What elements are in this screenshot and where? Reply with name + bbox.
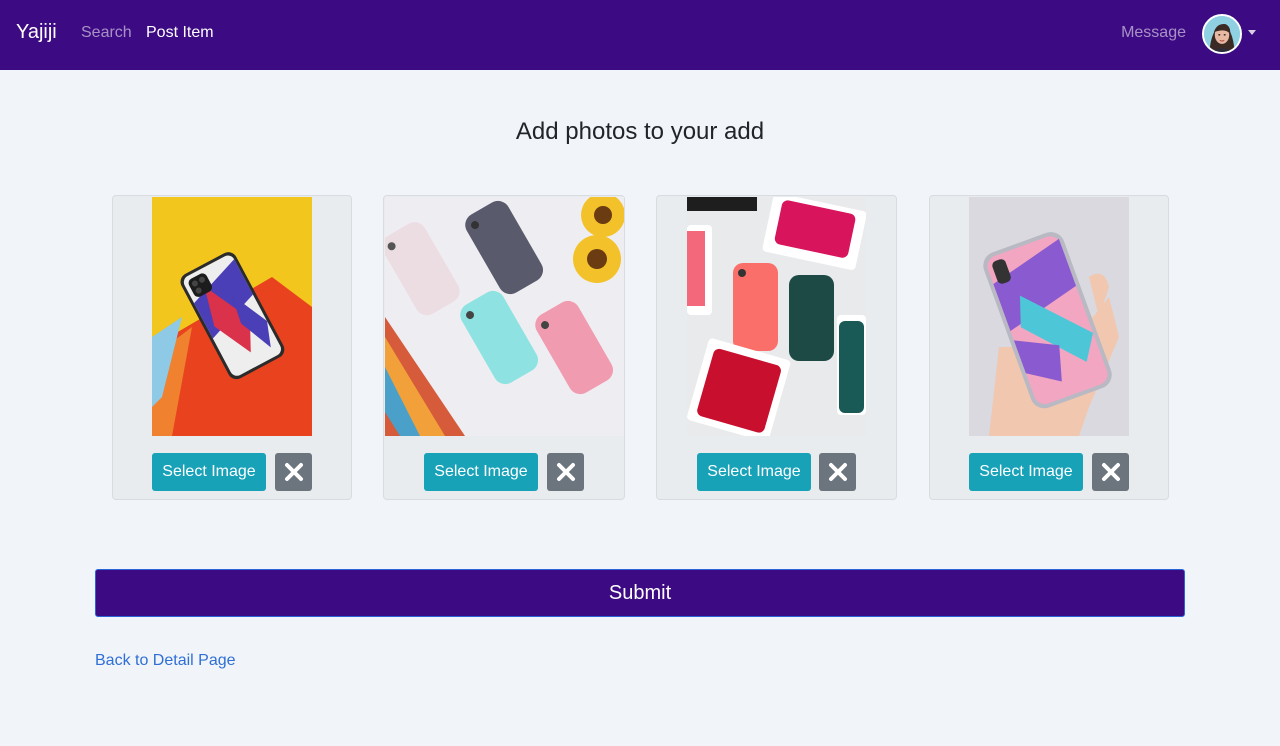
photo-card: Select Image: [929, 195, 1169, 500]
photo-preview: [385, 197, 624, 436]
close-icon: [556, 463, 575, 481]
select-image-button[interactable]: Select Image: [424, 453, 538, 491]
remove-image-button[interactable]: [1092, 453, 1129, 491]
photo-card: Select Image: [383, 195, 625, 500]
chevron-down-icon: [1248, 30, 1256, 35]
remove-image-button[interactable]: [819, 453, 856, 491]
brand-link[interactable]: Yajiji: [16, 21, 57, 44]
top-navbar: Yajiji Search Post Item Message: [0, 0, 1280, 70]
nav-post-item-link[interactable]: Post Item: [146, 24, 214, 42]
back-to-detail-link[interactable]: Back to Detail Page: [95, 652, 236, 670]
submit-button[interactable]: Submit: [95, 569, 1185, 617]
user-menu-toggle[interactable]: [1202, 14, 1258, 54]
photo-preview: [152, 197, 312, 436]
photo-preview: [969, 197, 1129, 436]
close-icon: [284, 463, 303, 481]
select-image-button[interactable]: Select Image: [152, 453, 266, 491]
remove-image-button[interactable]: [547, 453, 584, 491]
photo-card: Select Image: [656, 195, 897, 500]
photo-card: Select Image: [112, 195, 352, 500]
close-icon: [828, 463, 847, 481]
photo-preview: [687, 197, 866, 436]
nav-search-link[interactable]: Search: [81, 24, 132, 42]
nav-message-link[interactable]: Message: [1121, 24, 1186, 42]
avatar: [1202, 14, 1242, 54]
remove-image-button[interactable]: [275, 453, 312, 491]
page-title: Add photos to your add: [515, 118, 765, 145]
close-icon: [1101, 463, 1120, 481]
select-image-button[interactable]: Select Image: [697, 453, 811, 491]
select-image-button[interactable]: Select Image: [969, 453, 1083, 491]
